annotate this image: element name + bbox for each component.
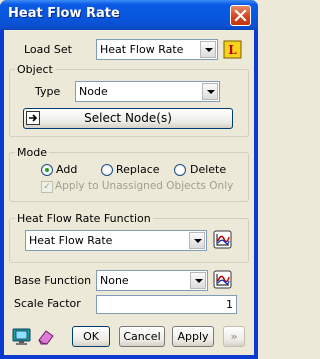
function-combo[interactable]: Heat Flow Rate bbox=[25, 230, 207, 251]
close-icon bbox=[234, 9, 247, 22]
dialog-body: Load Set Heat Flow Rate L Object Type No… bbox=[4, 30, 254, 355]
display-button[interactable] bbox=[12, 327, 32, 347]
function-group-title: Heat Flow Rate Function bbox=[15, 212, 153, 225]
expand-button[interactable]: » bbox=[223, 326, 245, 347]
apply-unassigned-checkbox[interactable]: ✓ bbox=[41, 181, 53, 193]
function-graph-icon bbox=[213, 270, 232, 289]
chevron-down-icon[interactable] bbox=[189, 232, 205, 249]
apply-button[interactable]: Apply bbox=[172, 326, 214, 347]
function-graph-icon bbox=[213, 230, 232, 249]
cancel-button[interactable]: Cancel bbox=[119, 326, 165, 347]
apply-label: Apply bbox=[177, 330, 209, 343]
chevron-down-icon[interactable] bbox=[200, 41, 216, 58]
type-combo[interactable]: Node bbox=[75, 81, 220, 102]
mode-replace-label: Replace bbox=[116, 163, 160, 176]
mode-delete-label: Delete bbox=[190, 163, 227, 176]
apply-unassigned-label: Apply to Unassigned Objects Only bbox=[55, 180, 234, 192]
function-value: Heat Flow Rate bbox=[29, 234, 113, 247]
select-arrow-icon bbox=[26, 111, 40, 125]
cancel-label: Cancel bbox=[123, 330, 161, 343]
mode-group-title: Mode bbox=[15, 146, 49, 159]
mode-delete-radio[interactable] bbox=[174, 164, 186, 176]
load-set-icon-letter: L bbox=[228, 43, 237, 57]
load-set-combo[interactable]: Heat Flow Rate bbox=[96, 39, 218, 60]
type-value: Node bbox=[79, 85, 108, 98]
clear-button[interactable] bbox=[36, 327, 56, 347]
eraser-icon bbox=[38, 330, 54, 345]
mode-add-radio[interactable] bbox=[41, 164, 53, 176]
mode-group bbox=[9, 152, 249, 202]
double-chevron-right-icon: » bbox=[230, 330, 238, 343]
load-set-icon: L bbox=[223, 40, 242, 59]
object-group-title: Object bbox=[15, 63, 55, 76]
ok-label: OK bbox=[83, 330, 99, 343]
ok-button[interactable]: OK bbox=[72, 326, 110, 347]
scale-factor-label: Scale Factor bbox=[14, 297, 81, 310]
title-bar[interactable]: Heat Flow Rate bbox=[0, 0, 258, 30]
select-nodes-button[interactable]: Select Node(s) bbox=[23, 108, 233, 129]
base-function-label: Base Function bbox=[14, 274, 92, 287]
monitor-icon bbox=[12, 328, 31, 345]
scale-factor-value: 1 bbox=[226, 298, 233, 311]
dialog-window: Heat Flow Rate Load Set Heat Flow Rate L… bbox=[0, 0, 258, 359]
chevron-down-icon[interactable] bbox=[190, 272, 206, 289]
base-function-editor-button[interactable] bbox=[213, 270, 233, 290]
base-function-combo[interactable]: None bbox=[96, 270, 208, 291]
chevron-down-icon[interactable] bbox=[202, 83, 218, 100]
select-nodes-label: Select Node(s) bbox=[84, 111, 172, 125]
mode-add-label: Add bbox=[56, 163, 78, 176]
scale-factor-input[interactable]: 1 bbox=[96, 295, 237, 314]
load-set-label: Load Set bbox=[24, 43, 72, 56]
function-editor-button[interactable] bbox=[213, 230, 233, 250]
load-set-value: Heat Flow Rate bbox=[100, 43, 184, 56]
window-title: Heat Flow Rate bbox=[8, 6, 120, 21]
type-label: Type bbox=[35, 85, 61, 98]
close-button[interactable] bbox=[230, 5, 251, 26]
base-function-value: None bbox=[100, 274, 129, 287]
mode-replace-radio[interactable] bbox=[101, 164, 113, 176]
load-set-manager-button[interactable]: L bbox=[223, 40, 243, 60]
